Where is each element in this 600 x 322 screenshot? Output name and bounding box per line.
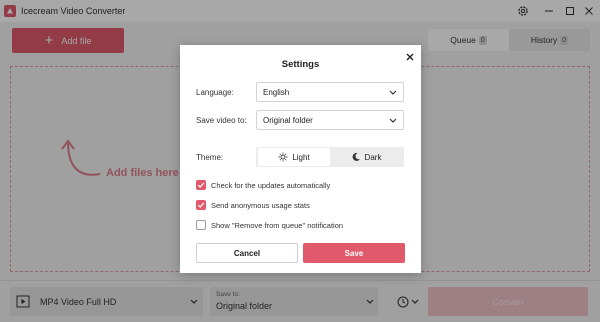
dialog-title: Settings [281, 59, 320, 70]
save-video-value: Original folder [263, 116, 313, 125]
language-value: English [263, 88, 290, 97]
theme-toggle: Light Dark [256, 147, 404, 167]
save-video-select[interactable]: Original folder [256, 110, 404, 130]
checkmark-icon[interactable] [196, 180, 206, 190]
save-button[interactable]: Save [303, 243, 405, 263]
option-remove-notification[interactable]: Show "Remove from queue" notification [196, 219, 343, 231]
language-select[interactable]: English [256, 82, 404, 102]
save-video-label: Save video to: [196, 116, 247, 125]
option-label: Send anonymous usage stats [211, 200, 310, 210]
theme-dark-label: Dark [364, 152, 382, 162]
checkbox-unchecked[interactable] [196, 220, 206, 230]
chevron-down-icon [389, 118, 397, 123]
option-label: Show "Remove from queue" notification [211, 220, 344, 230]
theme-label: Theme: [196, 153, 224, 162]
moon-icon [351, 152, 361, 162]
theme-light-option[interactable]: Light [258, 148, 330, 166]
theme-light-label: Light [292, 152, 310, 162]
option-usage-stats[interactable]: Send anonymous usage stats [196, 199, 310, 211]
cancel-label: Cancel [233, 248, 261, 258]
language-label: Language: [196, 88, 234, 97]
option-check-updates[interactable]: Check for the updates automatically [196, 179, 330, 191]
cancel-button[interactable]: Cancel [196, 243, 298, 263]
settings-dialog: Settings Language: English Save video to… [180, 45, 421, 273]
save-label: Save [344, 248, 364, 258]
chevron-down-icon [389, 90, 397, 95]
checkmark-icon[interactable] [196, 200, 206, 210]
sun-icon [278, 152, 288, 162]
option-label: Check for the updates automatically [211, 180, 331, 190]
theme-dark-option[interactable]: Dark [330, 148, 402, 166]
